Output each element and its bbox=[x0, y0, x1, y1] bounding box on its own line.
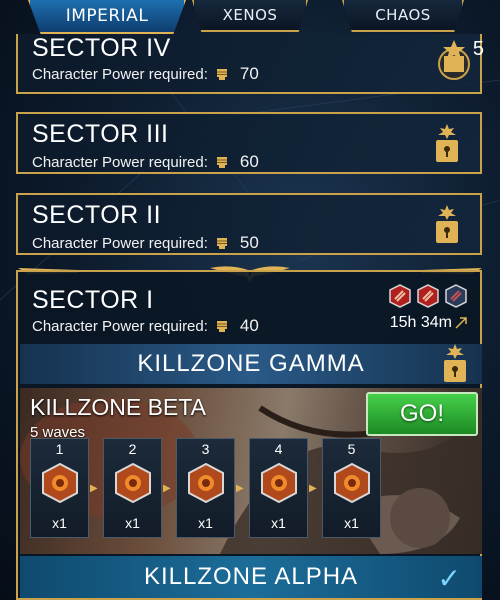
reset-timer: 15h 34m bbox=[390, 314, 468, 332]
power-requirement: Character Power required: 70 bbox=[32, 64, 259, 84]
wave-card[interactable]: 5 x1 bbox=[322, 438, 381, 538]
sector-ii-card[interactable]: SECTOR II Character Power required: 50 bbox=[16, 193, 482, 255]
enemy-badge-icon bbox=[115, 463, 151, 503]
tab-xenos[interactable]: XENOS bbox=[192, 0, 308, 32]
sector-title: SECTOR I bbox=[32, 286, 154, 314]
wave-count: x1 bbox=[271, 515, 286, 531]
killzone-title: KILLZONE BETA bbox=[30, 394, 206, 420]
wave-count: x1 bbox=[125, 515, 140, 531]
power-value: 40 bbox=[239, 316, 259, 335]
red-medal-icon bbox=[389, 284, 411, 308]
enemy-badge-icon bbox=[42, 463, 78, 503]
power-requirement: Character Power required: 60 bbox=[32, 152, 259, 172]
blue-medal-icon bbox=[445, 284, 467, 308]
sector-i-card: SECTOR I Character Power required: 40 15… bbox=[16, 270, 482, 600]
lock-icon bbox=[436, 124, 458, 162]
wave-number: 4 bbox=[274, 441, 283, 457]
go-button[interactable]: GO! bbox=[366, 392, 478, 436]
wave-card[interactable]: 2 x1 ▶ bbox=[103, 438, 171, 538]
faction-tabs: IMPERIAL XENOS CHAOS bbox=[0, 0, 500, 36]
power-requirement: Character Power required: 40 bbox=[32, 316, 259, 336]
sector-iv-card[interactable]: SECTOR IV Character Power required: 70 5 bbox=[16, 34, 484, 94]
wave-card[interactable]: 1 x1 ▶ bbox=[30, 438, 98, 538]
tab-chaos[interactable]: CHAOS bbox=[342, 0, 464, 32]
sector-title: SECTOR II bbox=[32, 201, 162, 229]
tab-imperial[interactable]: IMPERIAL bbox=[28, 0, 186, 34]
wave-card[interactable]: 3 x1 ▶ bbox=[176, 438, 244, 538]
squad-badge-icon[interactable] bbox=[438, 40, 470, 84]
wave-count: x1 bbox=[198, 515, 213, 531]
timer-arrow-icon bbox=[455, 317, 467, 329]
arrow-right-icon: ▶ bbox=[163, 483, 171, 494]
wave-count: x1 bbox=[52, 515, 67, 531]
wave-number: 3 bbox=[201, 441, 210, 457]
power-requirement-label: Character Power required: bbox=[32, 234, 208, 252]
power-value: 50 bbox=[239, 233, 259, 252]
arrow-right-icon: ▶ bbox=[309, 483, 317, 494]
power-value: 60 bbox=[239, 152, 259, 171]
reward-medals bbox=[388, 284, 468, 308]
timer-value: 15h 34m bbox=[389, 314, 452, 331]
wave-card[interactable]: 4 x1 ▶ bbox=[249, 438, 317, 538]
red-medal-icon bbox=[417, 284, 439, 308]
enemy-badge-icon bbox=[188, 463, 224, 503]
wave-count: x1 bbox=[344, 515, 359, 531]
power-value: 70 bbox=[239, 64, 259, 83]
killzone-title: KILLZONE ALPHA bbox=[143, 563, 359, 590]
squad-count: 5 bbox=[472, 38, 484, 60]
fist-icon bbox=[216, 238, 227, 249]
wave-number: 5 bbox=[347, 441, 356, 457]
arrow-right-icon: ▶ bbox=[90, 483, 98, 494]
wave-number: 1 bbox=[55, 441, 64, 457]
fist-icon bbox=[216, 321, 227, 332]
fist-icon bbox=[216, 157, 227, 168]
sector-title: SECTOR IV bbox=[32, 34, 171, 62]
enemy-badge-icon bbox=[261, 463, 297, 503]
arrow-right-icon: ▶ bbox=[236, 483, 244, 494]
enemy-badge-icon bbox=[334, 463, 370, 503]
killzone-alpha-bar[interactable]: KILLZONE ALPHA ✓ bbox=[20, 556, 482, 598]
killzone-beta-panel: KILLZONE BETA 5 waves GO! 1 x1 ▶ 2 x1 ▶ … bbox=[20, 388, 482, 554]
fist-icon bbox=[216, 69, 227, 80]
power-requirement-label: Character Power required: bbox=[32, 65, 208, 83]
killzone-title: KILLZONE GAMMA bbox=[137, 350, 365, 377]
wave-number: 2 bbox=[128, 441, 137, 457]
lock-icon bbox=[444, 344, 466, 382]
power-requirement-label: Character Power required: bbox=[32, 317, 208, 335]
checkmark-icon: ✓ bbox=[437, 563, 462, 594]
sector-iii-card[interactable]: SECTOR III Character Power required: 60 bbox=[16, 112, 482, 174]
power-requirement-label: Character Power required: bbox=[32, 153, 208, 171]
lock-icon bbox=[436, 205, 458, 243]
killzone-gamma-bar[interactable]: KILLZONE GAMMA bbox=[20, 344, 482, 384]
sector-title: SECTOR III bbox=[32, 120, 169, 148]
power-requirement: Character Power required: 50 bbox=[32, 233, 259, 253]
wave-list: 1 x1 ▶ 2 x1 ▶ 3 x1 ▶ 4 x1 ▶ 5 x1 bbox=[30, 438, 381, 538]
